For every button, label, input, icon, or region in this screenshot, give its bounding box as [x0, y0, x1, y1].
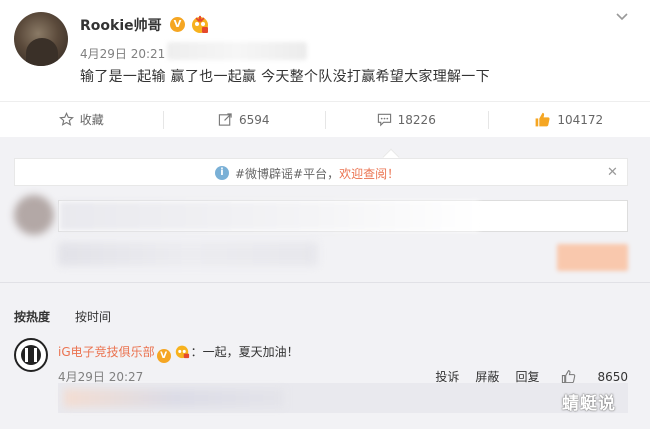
verified-badge: V — [156, 349, 171, 363]
notice-text: #微博辟谣#平台，欢迎查阅！ — [235, 165, 399, 182]
comment-like-button[interactable]: 8650 — [561, 369, 628, 384]
comment-author[interactable]: iG电子竞技俱乐部 — [58, 345, 155, 359]
comment-input[interactable] — [58, 200, 628, 232]
ig-logo-mark — [25, 348, 37, 362]
close-icon[interactable]: ✕ — [607, 165, 618, 180]
vip-icon — [175, 345, 189, 359]
repost-icon — [218, 113, 232, 126]
comment-like-count: 8650 — [597, 369, 628, 384]
ig-club-avatar[interactable] — [14, 338, 48, 372]
favorite-label: 收藏 — [79, 113, 104, 127]
comment-count: 18226 — [397, 112, 436, 127]
comment-icon — [377, 113, 391, 127]
favorite-button[interactable]: 收藏 — [0, 102, 163, 137]
weibo-post: Rookie帅哥 V 4月29日 20:21 输了是一起输 赢了也一起赢 今天整… — [0, 0, 650, 101]
comment-submit-button[interactable] — [557, 244, 628, 271]
blurred-source — [167, 42, 307, 60]
post-text: 输了是一起输 赢了也一起赢 今天整个队没打赢希望大家理解一下 — [80, 69, 490, 85]
star-icon — [58, 112, 74, 126]
chevron-down-icon[interactable] — [614, 10, 630, 24]
repost-count: 6594 — [238, 112, 270, 127]
blurred-reply-content — [64, 389, 284, 407]
comment-button[interactable]: 18226 — [325, 102, 488, 137]
comment-text: ：一起，夏天加油！ — [190, 345, 299, 359]
info-icon: i — [215, 166, 229, 180]
rumor-notice-banner: i #微博辟谣#平台，欢迎查阅！ ✕ — [14, 158, 628, 186]
blurred-comment-tools — [58, 242, 318, 266]
comment-body: iG电子竞技俱乐部 V ：一起，夏天加油！ — [58, 343, 299, 363]
post-author-name[interactable]: Rookie帅哥 — [80, 15, 162, 35]
blurred-input-content — [59, 201, 479, 231]
vip-icon — [192, 15, 208, 33]
notice-link[interactable]: 欢迎查阅！ — [339, 167, 399, 181]
watermark: 蜻蜓说 — [562, 394, 616, 414]
post-timestamp[interactable]: 4月29日 20:21 — [80, 45, 165, 62]
blurred-reply — [58, 383, 628, 413]
blurred-user-avatar — [14, 195, 54, 235]
thumbs-up-icon — [562, 370, 576, 384]
author-avatar[interactable] — [14, 12, 68, 66]
comment-sort-bar: 按热度 按时间 — [0, 282, 650, 330]
comment-item: iG电子竞技俱乐部 V ：一起，夏天加油！ 4月29日 20:27 投诉 屏蔽 回复… — [0, 330, 650, 385]
thumbs-up-icon — [535, 112, 550, 127]
like-button[interactable]: 104172 — [487, 102, 650, 137]
like-count: 104172 — [557, 112, 604, 127]
sort-by-hot-tab[interactable]: 按热度 — [14, 308, 50, 325]
post-action-bar: 收藏 6594 18226 104172 — [0, 101, 650, 137]
repost-button[interactable]: 6594 — [162, 102, 326, 137]
notice-prefix[interactable]: #微博辟谣#平台， — [235, 167, 339, 181]
comments-section: i #微博辟谣#平台，欢迎查阅！ ✕ 按热度 按时间 iG电子竞技俱乐部 V ：一起… — [0, 137, 650, 429]
verified-badge: V — [170, 17, 185, 32]
sort-by-time-tab[interactable]: 按时间 — [75, 308, 111, 325]
